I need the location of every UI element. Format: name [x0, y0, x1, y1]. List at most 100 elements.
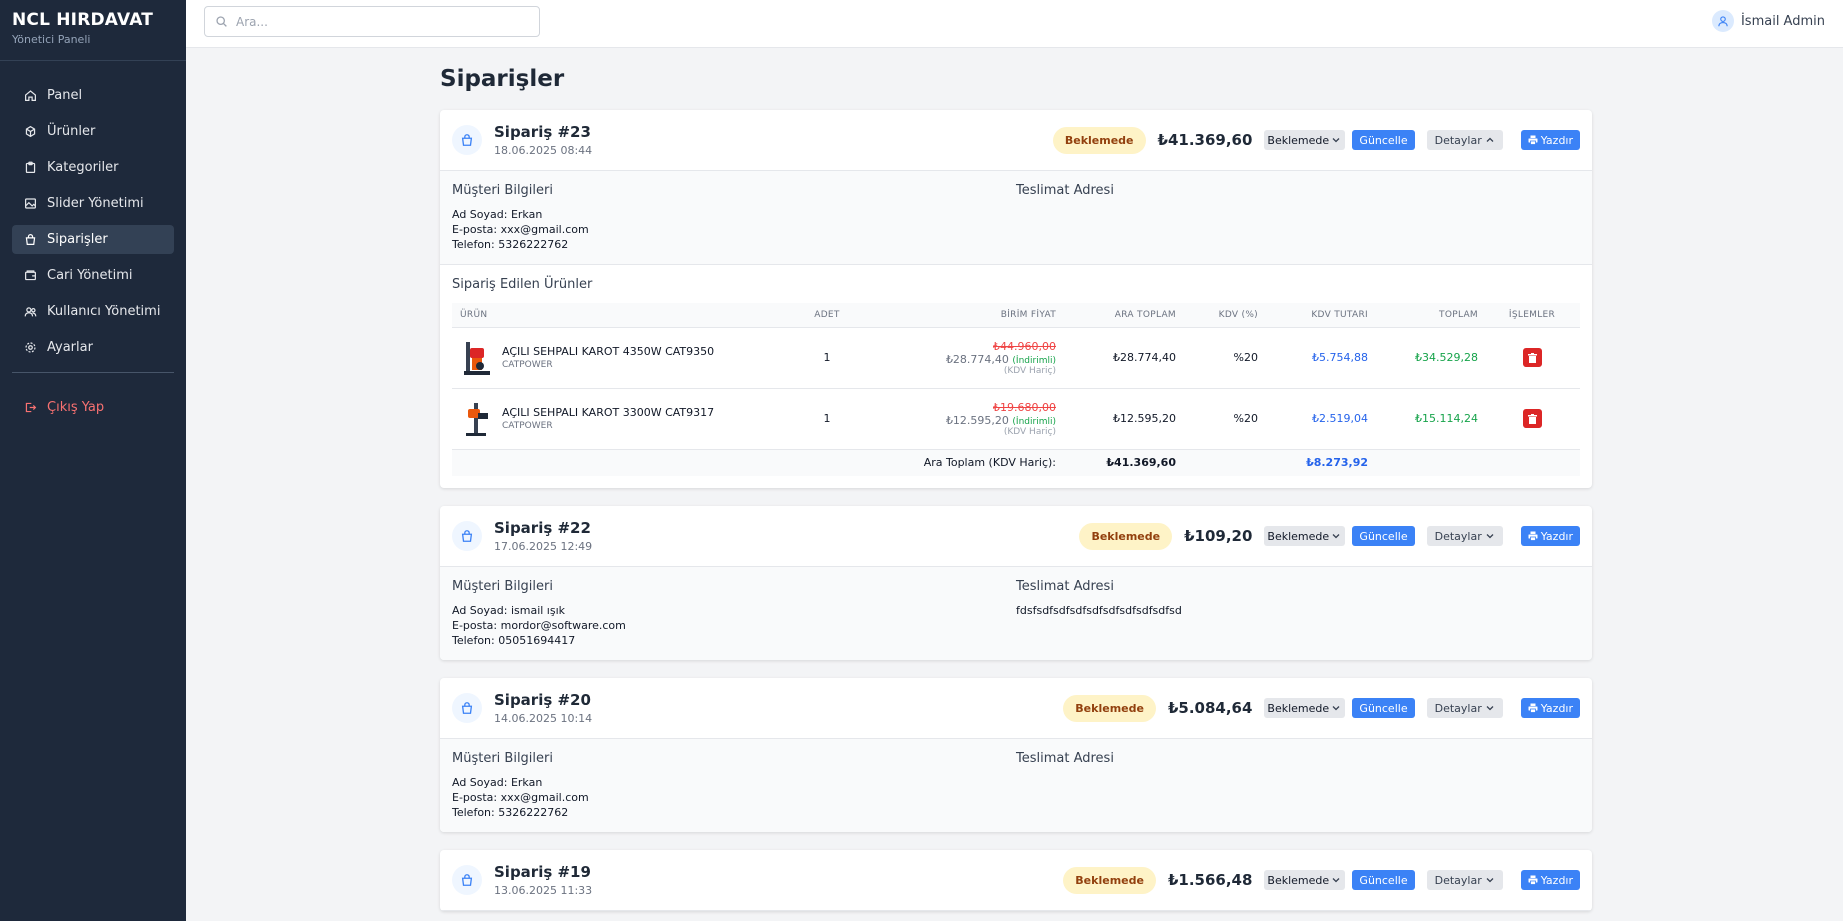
user-name: İsmail Admin	[1740, 13, 1825, 29]
status-select[interactable]: Beklemede	[1264, 526, 1346, 546]
customer-info-heading: Müşteri Bilgileri	[452, 751, 553, 766]
products-table: ÜRÜN ADET BİRİM FİYAT ARA TOPLAM KDV (%)…	[452, 303, 1580, 476]
status-badge: Beklemede	[1063, 694, 1156, 722]
sidebar-item-settings[interactable]: Ayarlar	[12, 333, 174, 362]
status-select[interactable]: Beklemede	[1264, 130, 1346, 150]
order-title: Sipariş #22	[494, 519, 591, 537]
printer-icon	[1528, 531, 1538, 541]
order-total: ₺1.566,48	[1167, 871, 1253, 889]
update-button[interactable]: Güncelle	[1352, 130, 1415, 150]
order-date: 17.06.2025 12:49	[494, 540, 593, 553]
old-price: ₺19.680,00	[993, 400, 1056, 414]
order-card: Sipariş #20 14.06.2025 10:14 Beklemede ₺…	[440, 678, 1592, 832]
clipboard-icon	[25, 161, 36, 173]
sidebar-item-users[interactable]: Kullanıcı Yönetimi	[12, 297, 174, 326]
unit-price-cell: ₺44.960,00 ₺28.774,40 (İndirimli) (KDV H…	[862, 326, 1062, 388]
col-header: ARA TOPLAM	[1062, 303, 1182, 327]
print-button[interactable]: Yazdır	[1520, 130, 1580, 150]
status-select[interactable]: Beklemede	[1264, 870, 1346, 890]
order-date: 14.06.2025 10:14	[494, 712, 593, 725]
bag-icon	[461, 134, 473, 146]
order-total: ₺109,20	[1184, 527, 1253, 545]
sidebar-item-slider[interactable]: Slider Yönetimi	[12, 189, 174, 218]
product-image	[464, 341, 490, 375]
details-button[interactable]: Detaylar	[1426, 698, 1503, 718]
update-button[interactable]: Güncelle	[1352, 698, 1415, 718]
print-button[interactable]: Yazdır	[1520, 870, 1580, 890]
status-select[interactable]: Beklemede	[1264, 698, 1346, 718]
delivery-address: fdsfsdfsdfsdfsdfsdfsdfsdfsdfsd	[1016, 604, 1182, 617]
product-total: ₺15.114,24	[1374, 387, 1484, 449]
customer-email: E-posta: xxx@gmail.com	[452, 223, 589, 236]
customer-email: E-posta: mordor@software.com	[452, 619, 626, 632]
user-menu[interactable]: İsmail Admin	[1711, 10, 1825, 32]
order-header: Sipariş #23 18.06.2025 08:44 Beklemede ₺…	[440, 110, 1592, 171]
order-date: 13.06.2025 11:33	[494, 884, 593, 897]
sidebar-item-categories[interactable]: Kategoriler	[12, 153, 174, 182]
unit-price: ₺12.595,20	[945, 413, 1009, 427]
details-label: Detaylar	[1434, 873, 1482, 887]
table-row: AÇILI SEHPALI KAROT 3300W CAT9317 CATPOW…	[452, 387, 1580, 449]
subtotal-label: Ara Toplam (KDV Hariç):	[862, 448, 1062, 476]
printer-icon	[1528, 875, 1538, 885]
details-button[interactable]: Detaylar	[1426, 130, 1503, 150]
search-box[interactable]	[204, 6, 540, 37]
chevron-down-icon	[1332, 138, 1340, 143]
sidebar-item-label: Kullanıcı Yönetimi	[47, 304, 161, 319]
col-header: ÜRÜN	[452, 303, 792, 327]
order-icon-wrap	[452, 693, 482, 723]
sidebar-item-products[interactable]: Ürünler	[12, 117, 174, 146]
search-input[interactable]	[236, 14, 516, 29]
print-button[interactable]: Yazdır	[1520, 526, 1580, 546]
logout-button[interactable]: Çıkış Yap	[12, 393, 174, 422]
order-info: Müşteri Bilgileri Ad Soyad: ismail ışık …	[440, 567, 1592, 660]
status-select-value: Beklemede	[1267, 529, 1330, 543]
chevron-down-icon	[1486, 878, 1494, 883]
order-title: Sipariş #23	[494, 123, 591, 141]
image-icon	[25, 198, 36, 209]
product-subtotal: ₺12.595,20	[1062, 387, 1182, 449]
order-header: Sipariş #20 14.06.2025 10:14 Beklemede ₺…	[440, 678, 1592, 739]
sidebar-item-accounts[interactable]: Cari Yönetimi	[12, 261, 174, 290]
col-header: İŞLEMLER	[1484, 303, 1580, 327]
sidebar-item-panel[interactable]: Panel	[12, 81, 174, 110]
details-button[interactable]: Detaylar	[1426, 526, 1503, 546]
sidebar-item-label: Slider Yönetimi	[47, 196, 144, 211]
customer-phone: Telefon: 05051694417	[452, 634, 576, 647]
gear-icon	[25, 342, 36, 353]
printer-icon	[1528, 703, 1538, 713]
order-card: Sipariş #19 13.06.2025 11:33 Beklemede ₺…	[440, 850, 1592, 911]
col-header: KDV TUTARI	[1264, 303, 1374, 327]
update-button[interactable]: Güncelle	[1352, 870, 1415, 890]
unit-price: ₺28.774,40	[945, 352, 1009, 366]
vat-note: (KDV Hariç)	[1003, 365, 1056, 376]
sum-vat: ₺8.273,92	[1264, 448, 1374, 476]
order-title: Sipariş #19	[494, 863, 591, 881]
table-row: AÇILI SEHPALI KAROT 4350W CAT9350 CATPOW…	[452, 326, 1580, 388]
trash-icon	[1527, 352, 1537, 363]
col-header: ADET	[792, 303, 862, 327]
update-button[interactable]: Güncelle	[1352, 526, 1415, 546]
brand: NCL HIRDAVAT Yönetici Paneli	[0, 0, 186, 61]
product-vat-amount: ₺2.519,04	[1264, 387, 1374, 449]
status-badge: Beklemede	[1052, 126, 1146, 154]
details-button[interactable]: Detaylar	[1426, 870, 1503, 890]
customer-email: E-posta: xxx@gmail.com	[452, 791, 589, 804]
order-total: ₺5.084,64	[1167, 699, 1253, 717]
sum-subtotal: ₺41.369,60	[1062, 448, 1182, 476]
order-header: Sipariş #19 13.06.2025 11:33 Beklemede ₺…	[440, 850, 1592, 911]
old-price: ₺44.960,00	[993, 339, 1056, 353]
users-icon	[24, 307, 37, 317]
chevron-down-icon	[1332, 534, 1340, 539]
discount-label: (İndirimli)	[1012, 355, 1056, 366]
order-title: Sipariş #20	[494, 691, 591, 709]
sidebar-item-orders[interactable]: Siparişler	[12, 225, 174, 254]
col-header: TOPLAM	[1374, 303, 1484, 327]
delete-button[interactable]	[1522, 348, 1542, 367]
print-label: Yazdır	[1540, 873, 1573, 887]
box-icon	[25, 125, 36, 138]
delivery-info: Teslimat Adresi	[1016, 183, 1580, 252]
print-button[interactable]: Yazdır	[1520, 698, 1580, 718]
delete-button[interactable]	[1522, 409, 1542, 428]
bag-icon	[461, 874, 473, 886]
